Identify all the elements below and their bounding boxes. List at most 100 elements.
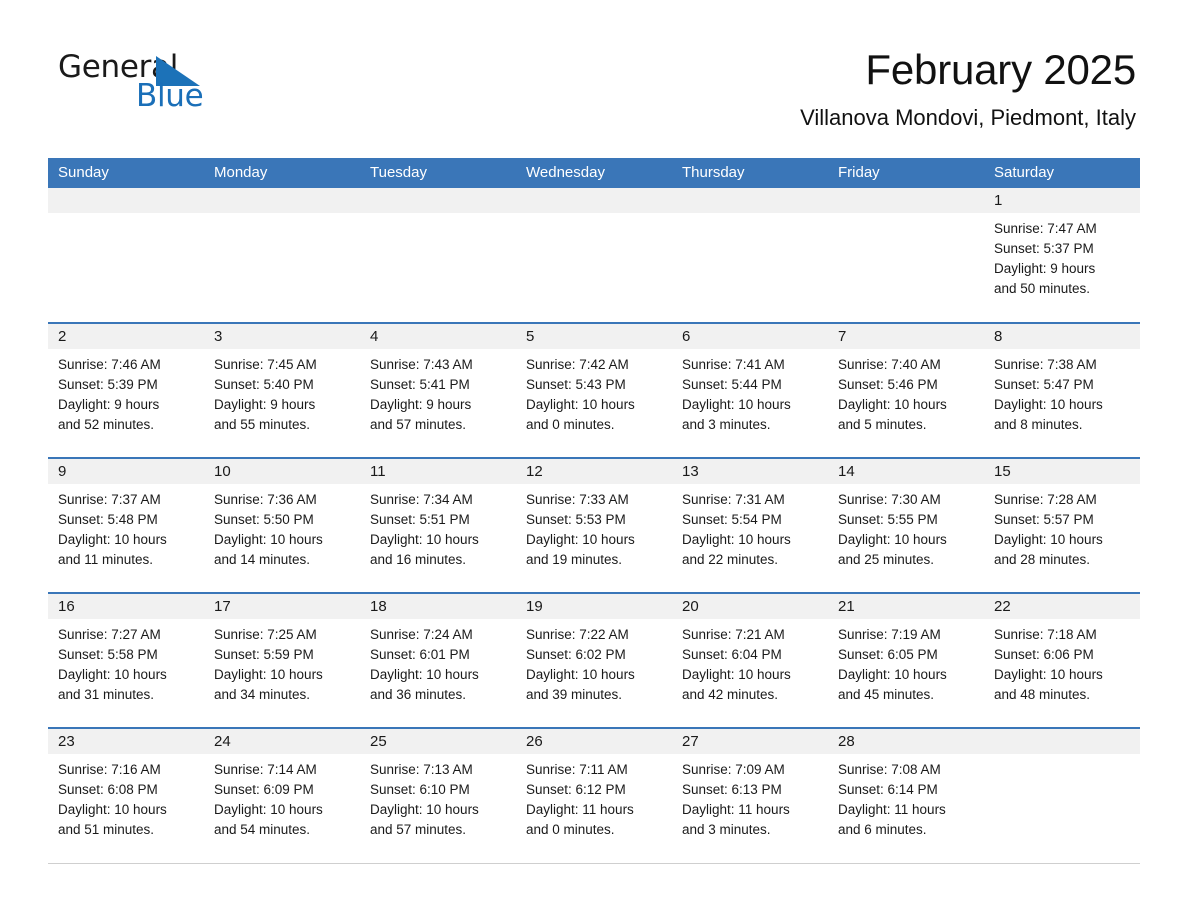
calendar-day-cell[interactable]: 9 Sunrise: 7:37 AM Sunset: 5:48 PM Daylight… bbox=[48, 457, 204, 593]
daylight-duration-line1: Daylight: 11 hours bbox=[838, 802, 946, 817]
page-header: General Blue February 2025 Villanova Mon… bbox=[0, 0, 1188, 129]
day-number bbox=[984, 729, 1140, 754]
sunset-time: Sunset: 6:14 PM bbox=[838, 782, 938, 797]
weekday-header-tuesday: Tuesday bbox=[360, 158, 516, 188]
daylight-duration-line1: Daylight: 10 hours bbox=[214, 802, 323, 817]
daylight-duration-line2: and 39 minutes. bbox=[526, 687, 623, 702]
daylight-duration-line2: and 3 minutes. bbox=[682, 417, 771, 432]
sunrise-time: Sunrise: 7:14 AM bbox=[214, 762, 317, 777]
calendar-day-cell[interactable]: 15 Sunrise: 7:28 AM Sunset: 5:57 PM Dayligh… bbox=[984, 457, 1140, 593]
calendar-grid: Sunday Monday Tuesday Wednesday Thursday… bbox=[48, 158, 1140, 864]
day-details: Sunrise: 7:30 AM Sunset: 5:55 PM Daylight:… bbox=[828, 484, 984, 570]
sunrise-time: Sunrise: 7:28 AM bbox=[994, 492, 1097, 507]
sunset-time: Sunset: 6:05 PM bbox=[838, 647, 938, 662]
sunrise-time: Sunrise: 7:21 AM bbox=[682, 627, 785, 642]
day-number: 3 bbox=[204, 324, 360, 349]
calendar-day-cell[interactable]: 21 Sunrise: 7:19 AM Sunset: 6:05 PM Dayligh… bbox=[828, 592, 984, 728]
daylight-duration-line1: Daylight: 9 hours bbox=[58, 397, 160, 412]
day-number: 11 bbox=[360, 459, 516, 484]
calendar-day-cell[interactable]: 11 Sunrise: 7:34 AM Sunset: 5:51 PM Dayligh… bbox=[360, 457, 516, 593]
daylight-duration-line2: and 11 minutes. bbox=[58, 552, 154, 567]
sunset-time: Sunset: 6:02 PM bbox=[526, 647, 626, 662]
sunset-time: Sunset: 5:46 PM bbox=[838, 377, 938, 392]
calendar-day-cell[interactable]: 27 Sunrise: 7:09 AM Sunset: 6:13 PM Dayligh… bbox=[672, 727, 828, 864]
calendar-day-cell[interactable]: 5 Sunrise: 7:42 AM Sunset: 5:43 PM Daylight… bbox=[516, 322, 672, 458]
sunset-time: Sunset: 5:59 PM bbox=[214, 647, 314, 662]
calendar-day-cell[interactable]: 17 Sunrise: 7:25 AM Sunset: 5:59 PM Dayligh… bbox=[204, 592, 360, 728]
daylight-duration-line1: Daylight: 10 hours bbox=[58, 532, 167, 547]
daylight-duration-line1: Daylight: 10 hours bbox=[370, 532, 479, 547]
daylight-duration-line1: Daylight: 10 hours bbox=[994, 667, 1103, 682]
calendar-day-cell[interactable]: 16 Sunrise: 7:27 AM Sunset: 5:58 PM Dayligh… bbox=[48, 592, 204, 728]
daylight-duration-line2: and 6 minutes. bbox=[838, 822, 927, 837]
sunrise-time: Sunrise: 7:36 AM bbox=[214, 492, 317, 507]
calendar-day-cell[interactable]: 24 Sunrise: 7:14 AM Sunset: 6:09 PM Dayligh… bbox=[204, 727, 360, 864]
sunset-time: Sunset: 6:09 PM bbox=[214, 782, 314, 797]
calendar-day-cell[interactable]: 7 Sunrise: 7:40 AM Sunset: 5:46 PM Daylight… bbox=[828, 322, 984, 458]
calendar-day-cell[interactable]: 18 Sunrise: 7:24 AM Sunset: 6:01 PM Dayligh… bbox=[360, 592, 516, 728]
day-number: 16 bbox=[48, 594, 204, 619]
daylight-duration-line2: and 51 minutes. bbox=[58, 822, 155, 837]
day-number bbox=[828, 188, 984, 213]
sunset-time: Sunset: 6:04 PM bbox=[682, 647, 782, 662]
daylight-duration-line1: Daylight: 9 hours bbox=[994, 261, 1096, 276]
daylight-duration-line1: Daylight: 11 hours bbox=[526, 802, 634, 817]
sunset-time: Sunset: 5:41 PM bbox=[370, 377, 470, 392]
calendar-day-cell[interactable]: 22 Sunrise: 7:18 AM Sunset: 6:06 PM Dayligh… bbox=[984, 592, 1140, 728]
day-details: Sunrise: 7:08 AM Sunset: 6:14 PM Daylight:… bbox=[828, 754, 984, 840]
sunrise-time: Sunrise: 7:25 AM bbox=[214, 627, 317, 642]
sunset-time: Sunset: 6:12 PM bbox=[526, 782, 626, 797]
daylight-duration-line1: Daylight: 10 hours bbox=[526, 667, 635, 682]
calendar-day-cell[interactable]: 3 Sunrise: 7:45 AM Sunset: 5:40 PM Daylight… bbox=[204, 322, 360, 458]
sunset-time: Sunset: 5:47 PM bbox=[994, 377, 1094, 392]
calendar-day-cell[interactable]: 25 Sunrise: 7:13 AM Sunset: 6:10 PM Dayligh… bbox=[360, 727, 516, 864]
calendar-day-cell[interactable]: 23 Sunrise: 7:16 AM Sunset: 6:08 PM Dayligh… bbox=[48, 727, 204, 864]
calendar-day-cell-empty bbox=[360, 188, 516, 323]
day-number: 5 bbox=[516, 324, 672, 349]
daylight-duration-line2: and 42 minutes. bbox=[682, 687, 779, 702]
sunrise-time: Sunrise: 7:42 AM bbox=[526, 357, 629, 372]
calendar-day-cell-empty bbox=[204, 188, 360, 323]
day-details: Sunrise: 7:16 AM Sunset: 6:08 PM Daylight:… bbox=[48, 754, 204, 840]
calendar-day-cell[interactable]: 20 Sunrise: 7:21 AM Sunset: 6:04 PM Dayligh… bbox=[672, 592, 828, 728]
sunset-time: Sunset: 5:51 PM bbox=[370, 512, 470, 527]
calendar-day-cell[interactable]: 12 Sunrise: 7:33 AM Sunset: 5:53 PM Dayligh… bbox=[516, 457, 672, 593]
daylight-duration-line2: and 0 minutes. bbox=[526, 822, 615, 837]
calendar-day-cell[interactable]: 1 Sunrise: 7:47 AM Sunset: 5:37 PM Daylight… bbox=[984, 188, 1140, 323]
day-number: 25 bbox=[360, 729, 516, 754]
day-details: Sunrise: 7:46 AM Sunset: 5:39 PM Daylight:… bbox=[48, 349, 204, 435]
calendar-day-cell[interactable]: 10 Sunrise: 7:36 AM Sunset: 5:50 PM Dayligh… bbox=[204, 457, 360, 593]
day-number: 12 bbox=[516, 459, 672, 484]
day-number: 22 bbox=[984, 594, 1140, 619]
sunrise-time: Sunrise: 7:19 AM bbox=[838, 627, 941, 642]
calendar-day-cell[interactable]: 19 Sunrise: 7:22 AM Sunset: 6:02 PM Dayligh… bbox=[516, 592, 672, 728]
sunrise-time: Sunrise: 7:31 AM bbox=[682, 492, 785, 507]
calendar-day-cell[interactable]: 8 Sunrise: 7:38 AM Sunset: 5:47 PM Daylight… bbox=[984, 322, 1140, 458]
sunset-time: Sunset: 5:40 PM bbox=[214, 377, 314, 392]
sunrise-time: Sunrise: 7:37 AM bbox=[58, 492, 161, 507]
calendar-day-cell[interactable]: 6 Sunrise: 7:41 AM Sunset: 5:44 PM Daylight… bbox=[672, 322, 828, 458]
calendar-day-cell[interactable]: 13 Sunrise: 7:31 AM Sunset: 5:54 PM Dayligh… bbox=[672, 457, 828, 593]
day-number: 20 bbox=[672, 594, 828, 619]
calendar-day-cell-empty bbox=[984, 727, 1140, 864]
page-title: February 2025 bbox=[865, 46, 1136, 93]
day-number: 4 bbox=[360, 324, 516, 349]
weekday-header-saturday: Saturday bbox=[984, 158, 1140, 188]
day-details: Sunrise: 7:25 AM Sunset: 5:59 PM Daylight:… bbox=[204, 619, 360, 705]
daylight-duration-line2: and 36 minutes. bbox=[370, 687, 467, 702]
calendar-day-cell[interactable]: 2 Sunrise: 7:46 AM Sunset: 5:39 PM Daylight… bbox=[48, 322, 204, 458]
calendar-day-cell[interactable]: 26 Sunrise: 7:11 AM Sunset: 6:12 PM Dayligh… bbox=[516, 727, 672, 864]
general-blue-logo[interactable]: General Blue bbox=[58, 52, 318, 114]
daylight-duration-line2: and 57 minutes. bbox=[370, 417, 467, 432]
sunset-time: Sunset: 5:57 PM bbox=[994, 512, 1094, 527]
day-number bbox=[360, 188, 516, 213]
sunset-time: Sunset: 5:39 PM bbox=[58, 377, 158, 392]
sunrise-time: Sunrise: 7:40 AM bbox=[838, 357, 941, 372]
daylight-duration-line1: Daylight: 10 hours bbox=[994, 532, 1103, 547]
calendar-day-cell[interactable]: 28 Sunrise: 7:08 AM Sunset: 6:14 PM Dayligh… bbox=[828, 727, 984, 864]
page-subtitle-location: Villanova Mondovi, Piedmont, Italy bbox=[800, 105, 1136, 131]
day-number: 15 bbox=[984, 459, 1140, 484]
day-number: 13 bbox=[672, 459, 828, 484]
calendar-day-cell[interactable]: 4 Sunrise: 7:43 AM Sunset: 5:41 PM Daylight… bbox=[360, 322, 516, 458]
calendar-day-cell[interactable]: 14 Sunrise: 7:30 AM Sunset: 5:55 PM Dayligh… bbox=[828, 457, 984, 593]
